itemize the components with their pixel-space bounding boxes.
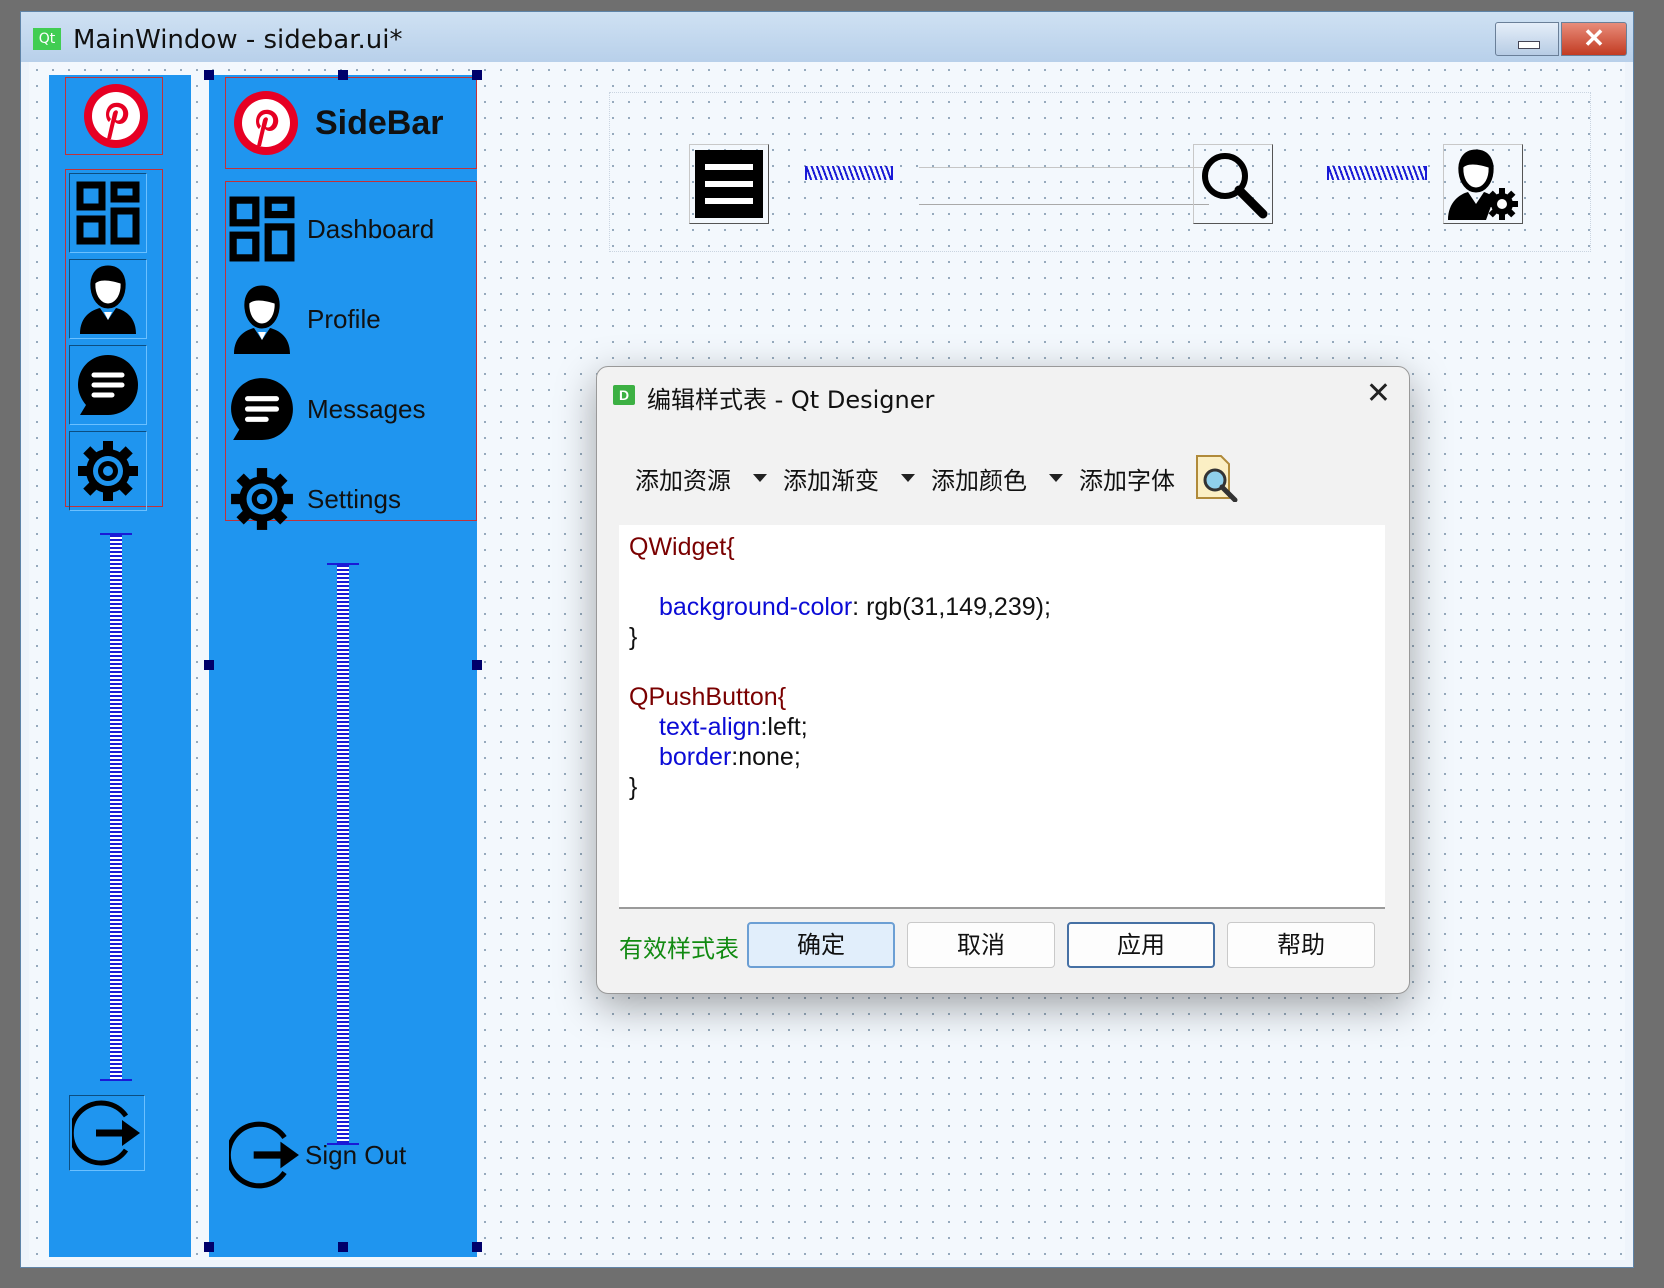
pinterest-logo	[234, 91, 298, 155]
find-button[interactable]	[1191, 454, 1239, 502]
signout-button[interactable]	[69, 1095, 145, 1171]
brand: SideBar	[233, 88, 473, 158]
selection-handle[interactable]	[204, 1242, 214, 1252]
find-icon	[1196, 455, 1238, 502]
nav-profile-button[interactable]	[69, 259, 147, 339]
dialog-titlebar[interactable]: D 编辑样式表 - Qt Designer ✕	[597, 367, 1409, 423]
code-line: border:none;	[659, 743, 801, 772]
code-line: QPushButton{	[629, 683, 787, 711]
code-property: background-color	[659, 593, 853, 621]
qt-designer-logo: D	[613, 385, 635, 405]
vertical-spacer	[327, 563, 359, 1145]
toolbar-label: 添加字体	[1079, 466, 1175, 495]
sidebar-item-label: Profile	[307, 303, 381, 334]
toolbar-label: 添加颜色	[931, 466, 1027, 495]
search-button[interactable]	[1193, 144, 1273, 224]
horizontal-spacer	[1327, 166, 1427, 180]
code-property: border	[659, 743, 732, 771]
menu-toggle-button[interactable]	[689, 144, 769, 224]
add-font-button[interactable]: 添加字体	[1079, 461, 1175, 496]
selection-handle[interactable]	[204, 660, 214, 670]
code-value: :none;	[731, 743, 801, 771]
selection-handle[interactable]	[338, 1242, 348, 1252]
signout-icon	[229, 1121, 299, 1189]
code-value: :left;	[760, 713, 808, 741]
toolbar-label: 添加资源	[635, 466, 731, 495]
profile-icon	[234, 285, 290, 354]
sidebar-item-label: Settings	[307, 483, 401, 514]
code-line: }	[629, 623, 638, 651]
ok-button[interactable]: 确定	[747, 922, 895, 968]
qt-logo: Qt	[33, 28, 61, 50]
settings-icon	[231, 468, 293, 530]
code-line: text-align:left;	[659, 713, 808, 742]
sidebar-item-label: Messages	[307, 393, 426, 424]
add-color-dropdown[interactable]: 添加颜色	[931, 461, 1063, 496]
pinterest-logo	[83, 83, 149, 154]
help-button[interactable]: 帮助	[1227, 922, 1375, 968]
add-gradient-dropdown[interactable]: 添加渐变	[783, 461, 915, 496]
selection-handle[interactable]	[204, 70, 214, 80]
messages-icon	[78, 355, 138, 415]
nav-dashboard-button[interactable]	[69, 173, 147, 253]
cancel-button[interactable]: 取消	[907, 922, 1055, 968]
hamburger-icon	[695, 150, 763, 218]
window-titlebar[interactable]: Qt MainWindow - sidebar.ui* ✕	[21, 12, 1633, 62]
code-value: : rgb(31,149,239);	[852, 593, 1051, 621]
sidebar-item-messages[interactable]: Messages	[229, 363, 477, 455]
toolbar-label: 添加渐变	[783, 466, 879, 495]
window-title: MainWindow - sidebar.ui*	[73, 25, 403, 55]
code-line: background-color: rgb(31,149,239);	[659, 593, 1051, 622]
code-line: }	[629, 773, 638, 801]
user-menu-button[interactable]	[1443, 144, 1523, 224]
profile-icon	[80, 265, 136, 334]
dialog-title: 编辑样式表 - Qt Designer	[647, 386, 935, 414]
chevron-down-icon	[1049, 474, 1063, 482]
selection-handle[interactable]	[338, 70, 348, 80]
validity-status: 有效样式表	[619, 935, 739, 963]
search-icon	[1202, 153, 1268, 219]
dialog-toolbar: 添加资源 添加渐变 添加颜色 添加字体	[635, 454, 1255, 502]
code-property: text-align	[659, 713, 761, 741]
horizontal-spacer	[805, 166, 893, 180]
messages-icon	[231, 378, 293, 440]
icon-only-sidebar	[49, 75, 191, 1257]
brand-name: SideBar	[315, 103, 444, 142]
add-resource-dropdown[interactable]: 添加资源	[635, 461, 767, 496]
signout-label: Sign Out	[305, 1139, 407, 1170]
settings-icon	[78, 441, 138, 501]
nav-settings-button[interactable]	[69, 431, 147, 511]
code-line: QWidget{	[629, 533, 735, 561]
chevron-down-icon	[901, 474, 915, 482]
vertical-spacer	[100, 533, 132, 1081]
signout-icon	[72, 1100, 140, 1166]
apply-button[interactable]: 应用	[1067, 922, 1215, 968]
dashboard-icon	[76, 181, 140, 245]
user-settings-icon	[1448, 149, 1518, 220]
sidebar-item-dashboard[interactable]: Dashboard	[229, 183, 477, 275]
sidebar-item-label: Dashboard	[307, 213, 435, 244]
chevron-down-icon	[753, 474, 767, 482]
stylesheet-dialog: D 编辑样式表 - Qt Designer ✕ 添加资源 添加渐变 添加颜色 添…	[596, 366, 1410, 994]
stylesheet-editor[interactable]: QWidget{ background-color: rgb(31,149,23…	[619, 525, 1385, 909]
close-button[interactable]: ✕	[1561, 22, 1627, 56]
dashboard-icon	[229, 196, 295, 262]
nav-messages-button[interactable]	[69, 345, 147, 425]
sidebar-item-profile[interactable]: Profile	[229, 273, 477, 365]
dialog-close-button[interactable]: ✕	[1366, 379, 1391, 409]
sidebar-item-settings[interactable]: Settings	[229, 453, 477, 545]
selection-handle[interactable]	[472, 1242, 482, 1252]
search-input[interactable]	[919, 167, 1209, 205]
selection-handle[interactable]	[472, 660, 482, 670]
selection-handle[interactable]	[472, 70, 482, 80]
full-sidebar: SideBar Dashboard Profile Messages Setti…	[209, 75, 477, 1257]
signout-button[interactable]: Sign Out	[229, 1117, 477, 1193]
minimize-button[interactable]	[1495, 22, 1559, 56]
